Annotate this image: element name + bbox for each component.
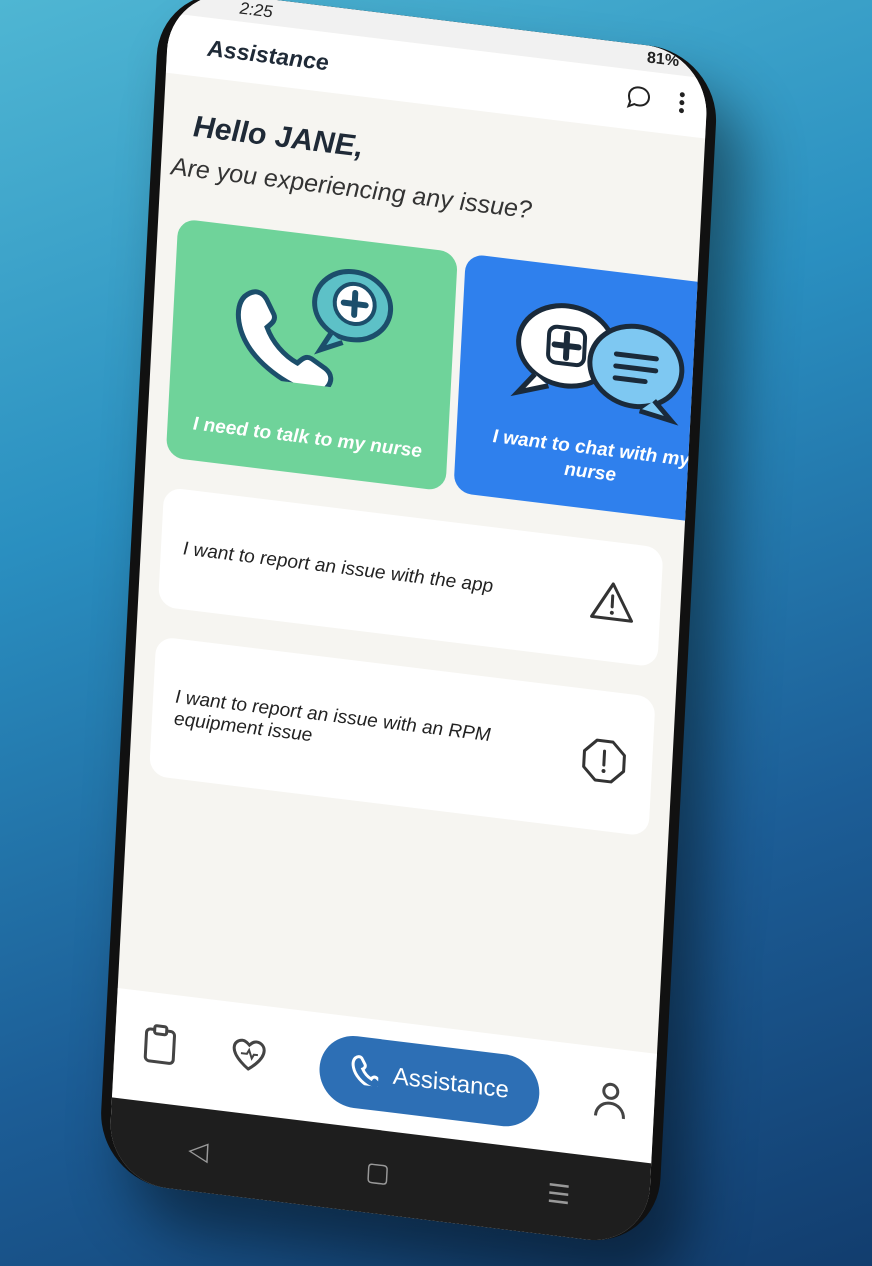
back-icon[interactable]: ◁ bbox=[188, 1133, 210, 1166]
heart-health-icon[interactable] bbox=[229, 1036, 267, 1081]
alert-octagon-icon bbox=[577, 732, 632, 790]
home-icon[interactable]: ▢ bbox=[365, 1155, 391, 1189]
report-app-issue-card[interactable]: I want to report an issue with the app bbox=[157, 486, 664, 668]
clipboard-icon[interactable] bbox=[140, 1022, 179, 1075]
warning-icon bbox=[585, 573, 640, 631]
status-indicators: 81% bbox=[646, 49, 680, 71]
report-app-issue-label: I want to report an issue with the app bbox=[182, 538, 494, 598]
chat-plus-icon bbox=[493, 278, 700, 438]
phone-icon bbox=[348, 1053, 384, 1093]
app-screen: 2:25 81% Assistance Hello JANE, Are you … bbox=[107, 0, 710, 1247]
report-equipment-issue-label: I want to report an issue with an RPM eq… bbox=[173, 686, 492, 747]
phone-plus-icon bbox=[220, 244, 407, 401]
talk-to-nurse-tile[interactable]: I need to talk to my nurse bbox=[165, 218, 458, 492]
chat-with-nurse-tile[interactable]: I want to chat with my nurse bbox=[453, 253, 710, 526]
report-equipment-issue-card[interactable]: I want to report an issue with an RPM eq… bbox=[148, 636, 656, 837]
assistance-nav-button[interactable]: Assistance bbox=[317, 1031, 541, 1131]
status-time: 2:25 bbox=[239, 0, 274, 22]
chat-icon[interactable] bbox=[624, 81, 654, 119]
greeting-title: Hello JANE, bbox=[192, 110, 364, 164]
profile-icon[interactable] bbox=[590, 1077, 629, 1130]
phone-frame: 2:25 81% Assistance Hello JANE, Are you … bbox=[97, 0, 720, 1249]
recents-icon[interactable]: ☰ bbox=[546, 1177, 571, 1211]
more-menu-icon[interactable] bbox=[676, 88, 688, 124]
talk-to-nurse-label: I need to talk to my nurse bbox=[192, 413, 423, 463]
assistance-nav-label: Assistance bbox=[392, 1062, 510, 1104]
